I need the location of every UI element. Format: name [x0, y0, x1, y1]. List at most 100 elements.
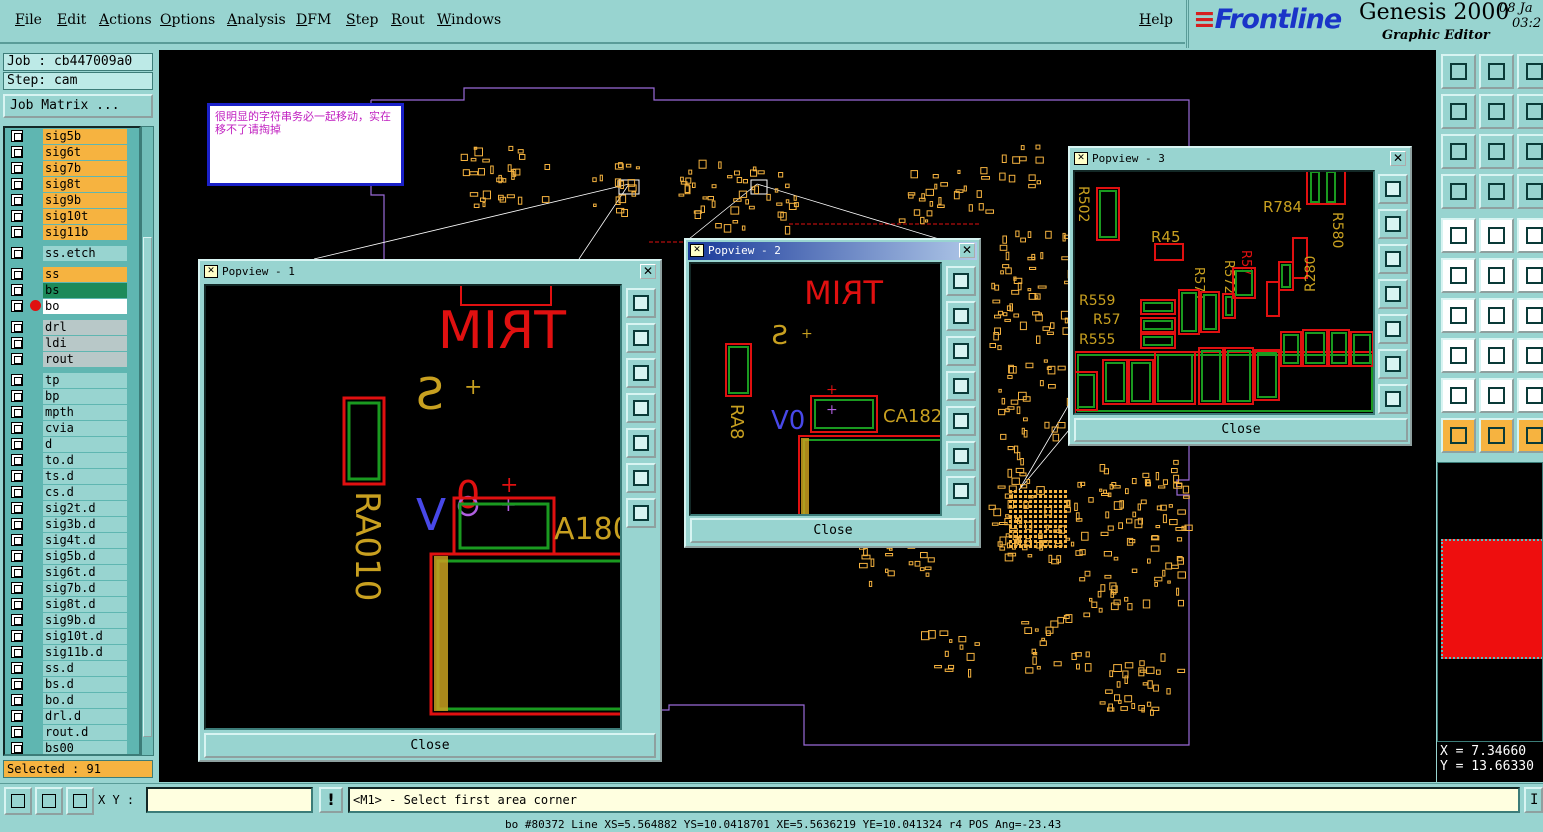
popview-3-close-button[interactable]: Close — [1074, 418, 1408, 442]
layer-name[interactable]: drl — [43, 320, 127, 335]
xy-input[interactable] — [146, 787, 313, 813]
close-icon[interactable]: ✕ — [640, 264, 656, 279]
layer-checkbox[interactable] — [11, 162, 23, 174]
layer-row[interactable]: cvia — [5, 420, 139, 436]
snap-icon[interactable] — [1441, 174, 1476, 209]
pad-icon[interactable] — [1441, 218, 1476, 253]
layer-row[interactable]: sig3b.d — [5, 516, 139, 532]
zoom-out-icon[interactable] — [946, 476, 976, 506]
layer-name[interactable]: bs — [43, 283, 127, 298]
layer-name[interactable]: cs.d — [43, 485, 127, 500]
layer-row[interactable]: ts.d — [5, 468, 139, 484]
layer-checkbox[interactable] — [11, 694, 23, 706]
layer-checkbox[interactable] — [11, 662, 23, 674]
pan-right-icon[interactable] — [946, 406, 976, 436]
menu-dfm[interactable]: DFM — [296, 12, 331, 28]
layer-row[interactable]: sig7b — [5, 160, 139, 176]
popview-3-window[interactable]: ✕ Popview - 3 ✕ R502 R784 R45 R580 R572 … — [1068, 146, 1412, 446]
layer-row[interactable]: rout — [5, 351, 139, 367]
layer-name[interactable]: sig7b — [43, 161, 127, 176]
layer-row[interactable]: mpth — [5, 404, 139, 420]
layer-checkbox[interactable] — [11, 454, 23, 466]
layer-row[interactable]: sig10t — [5, 208, 139, 224]
layer-row[interactable]: ss.etch — [5, 245, 139, 261]
snap-diagonal-icon[interactable] — [4, 787, 32, 815]
layer-name[interactable]: sig7b.d — [43, 581, 127, 596]
pan-up-icon[interactable] — [626, 323, 656, 353]
layer-checkbox[interactable] — [11, 210, 23, 222]
layer-name[interactable]: rout — [43, 352, 127, 367]
layer-name[interactable]: ss.d — [43, 661, 127, 676]
layer-checkbox[interactable] — [11, 710, 23, 722]
alert-button[interactable]: ! — [319, 787, 343, 813]
zoom-in-icon[interactable] — [946, 441, 976, 471]
scrollbar-thumb[interactable] — [143, 237, 152, 737]
layer-row[interactable]: sig2t.d — [5, 500, 139, 516]
pan-left-icon[interactable] — [1441, 94, 1476, 129]
popview-1-view[interactable]: TRIM S + RA010 V 0 + + A180 — [204, 284, 622, 730]
select-box-icon[interactable] — [1479, 218, 1514, 253]
pan-left-icon[interactable] — [1378, 279, 1408, 309]
zoom-in-icon[interactable] — [626, 463, 656, 493]
pan-right-icon[interactable] — [626, 428, 656, 458]
layer-name[interactable]: bs00 — [43, 741, 127, 754]
layer-checkbox[interactable] — [11, 284, 23, 296]
layer-checkbox[interactable] — [11, 422, 23, 434]
layer-checkbox[interactable] — [11, 534, 23, 546]
layer-name[interactable]: sig9b — [43, 193, 127, 208]
layer-checkbox[interactable] — [11, 146, 23, 158]
net-icon[interactable] — [1441, 258, 1476, 293]
popview-1-titlebar[interactable]: ✕ Popview - 1 ✕ — [202, 263, 658, 281]
layer-name[interactable]: bo.d — [43, 693, 127, 708]
popview-1-window[interactable]: ✕ Popview - 1 ✕ TRIM S + RA010 V 0 + + A… — [198, 259, 662, 762]
layer-name[interactable]: ldi — [43, 336, 127, 351]
layer-name[interactable]: bo — [43, 299, 127, 314]
zoom-home-icon[interactable] — [626, 288, 656, 318]
menu-file[interactable]: File — [15, 12, 42, 28]
layer-row[interactable]: to.d — [5, 452, 139, 468]
layer-row[interactable]: bo.d — [5, 692, 139, 708]
layer-row[interactable]: bs00 — [5, 740, 139, 754]
move-icon[interactable] — [1441, 338, 1476, 373]
layer-row[interactable]: bo — [5, 298, 139, 314]
layer-row[interactable]: sig5b.d — [5, 548, 139, 564]
layer-row[interactable]: bs.d — [5, 676, 139, 692]
layer-row[interactable]: sig7b.d — [5, 580, 139, 596]
double-triangle-icon[interactable] — [1479, 378, 1514, 413]
layer-row[interactable]: cs.d — [5, 484, 139, 500]
layer-checkbox[interactable] — [11, 300, 23, 312]
layer-row[interactable]: sig6t.d — [5, 564, 139, 580]
arc-icon[interactable] — [1517, 298, 1543, 333]
zoom-out-icon[interactable] — [626, 498, 656, 528]
grid-snap-icon[interactable] — [66, 787, 94, 815]
pointer-circle-icon[interactable] — [1517, 418, 1543, 453]
popview-2-close-button[interactable]: Close — [690, 518, 976, 543]
layer-checkbox[interactable] — [11, 518, 23, 530]
layer-name[interactable]: sig11b — [43, 225, 127, 240]
layer-name[interactable]: ts.d — [43, 469, 127, 484]
job-matrix-button[interactable]: Job Matrix ... — [3, 94, 153, 118]
pointer-box-icon[interactable] — [1479, 418, 1514, 453]
popview-1-close-button[interactable]: Close — [204, 733, 656, 758]
pan-down-icon[interactable] — [626, 358, 656, 388]
pointer-icon[interactable] — [1441, 418, 1476, 453]
layer-row[interactable]: sig8t.d — [5, 596, 139, 612]
pan-down-icon[interactable] — [946, 336, 976, 366]
layer-checkbox[interactable] — [11, 470, 23, 482]
layer-name[interactable]: sig3b.d — [43, 517, 127, 532]
layer-checkbox[interactable] — [11, 178, 23, 190]
pan-left-icon[interactable] — [626, 393, 656, 423]
pan-left-icon[interactable] — [946, 371, 976, 401]
layer-name[interactable]: sig5b — [43, 129, 127, 144]
layer-list-scrollbar[interactable] — [141, 126, 154, 756]
layer-checkbox[interactable] — [11, 598, 23, 610]
pan-right-icon[interactable] — [1378, 314, 1408, 344]
angle-snap-icon[interactable] — [35, 787, 63, 815]
layer-checkbox[interactable] — [11, 337, 23, 349]
menu-actions[interactable]: Actions — [99, 12, 152, 28]
grid-icon[interactable] — [1479, 174, 1514, 209]
menu-edit[interactable]: Edit — [57, 12, 86, 28]
info-button[interactable]: I — [1524, 787, 1543, 813]
connect-icon[interactable] — [1517, 258, 1543, 293]
pan-up-icon[interactable] — [1378, 209, 1408, 239]
